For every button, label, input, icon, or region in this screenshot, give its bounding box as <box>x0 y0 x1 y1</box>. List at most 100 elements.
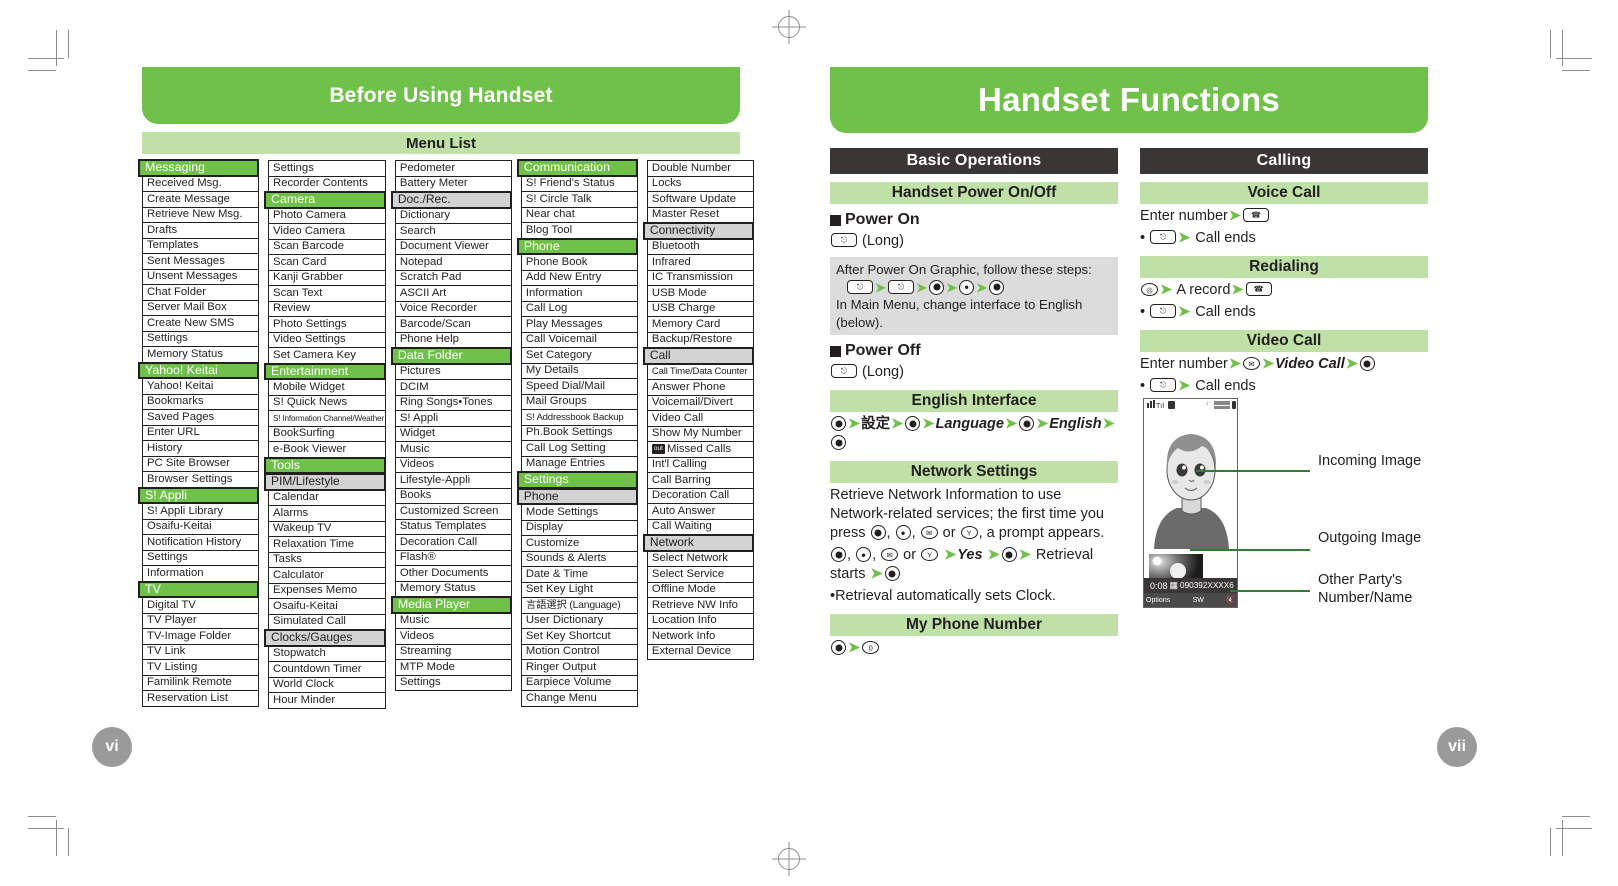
menu-item[interactable]: Flash® <box>394 549 512 566</box>
menu-item[interactable]: Scan Text <box>268 285 386 302</box>
menu-item[interactable]: Calendar <box>268 489 386 506</box>
menu-item[interactable]: External Device <box>646 643 755 660</box>
menu-item[interactable]: Call Time/Data Counter <box>646 363 755 380</box>
menu-item[interactable]: MTP Mode <box>394 659 512 676</box>
menu-item[interactable]: Osaifu-Keitai <box>142 518 260 535</box>
menu-item[interactable]: Scan Barcode <box>268 238 386 255</box>
menu-item[interactable]: Chat Folder <box>142 284 260 301</box>
menu-section-header[interactable]: Connectivity <box>642 222 755 240</box>
menu-item[interactable]: Locks <box>646 175 755 192</box>
menu-item[interactable]: BookSurfing <box>268 425 386 442</box>
menu-item[interactable]: Memory Status <box>394 580 512 597</box>
menu-item[interactable]: Notepad <box>394 254 512 271</box>
menu-item[interactable]: Dictionary <box>394 207 512 224</box>
menu-section-header[interactable]: TV <box>138 580 260 598</box>
menu-item[interactable]: S! Appli <box>394 410 512 427</box>
menu-item[interactable]: Show My Number <box>646 425 755 442</box>
menu-item[interactable]: Unsent Messages <box>142 268 260 285</box>
menu-item[interactable]: Earpiece Volume <box>520 674 638 691</box>
menu-item[interactable]: Settings <box>142 330 260 347</box>
menu-item[interactable]: Decoration Call <box>394 534 512 551</box>
menu-item[interactable]: Backup/Restore <box>646 331 755 348</box>
menu-item[interactable]: Add New Entry <box>520 269 638 286</box>
menu-section-header[interactable]: Messaging <box>138 159 260 177</box>
menu-item[interactable]: Memory Status <box>142 346 260 363</box>
menu-item[interactable]: Infrared <box>646 254 755 271</box>
menu-item[interactable]: Video Settings <box>268 331 386 348</box>
menu-section-header[interactable]: Phone <box>516 237 638 255</box>
menu-item[interactable]: Received Msg. <box>142 175 260 192</box>
menu-item[interactable]: Reservation List <box>142 690 260 707</box>
menu-item[interactable]: Bookmarks <box>142 393 260 410</box>
menu-item[interactable]: Widget <box>394 425 512 442</box>
menu-item[interactable]: Bluetooth <box>646 238 755 255</box>
menu-item[interactable]: Settings <box>394 674 512 691</box>
menu-item[interactable]: IC Transmission <box>646 269 755 286</box>
menu-item[interactable]: Drafts <box>142 222 260 239</box>
menu-item[interactable]: Customized Screen <box>394 503 512 520</box>
menu-item[interactable]: Date & Time <box>520 566 638 583</box>
menu-item[interactable]: Master Reset <box>646 206 755 223</box>
menu-item[interactable]: Location Info <box>646 612 755 629</box>
menu-item[interactable]: User Dictionary <box>520 612 638 629</box>
menu-item[interactable]: S! Quick News <box>268 394 386 411</box>
menu-item[interactable]: S! Appli Library <box>142 503 260 520</box>
menu-section-header[interactable]: Data Folder <box>390 347 512 365</box>
menu-item[interactable]: Customize <box>520 535 638 552</box>
menu-item[interactable]: Blog Tool <box>520 222 638 239</box>
menu-item[interactable]: Photo Camera <box>268 207 386 224</box>
menu-item[interactable]: Ph.Book Settings <box>520 424 638 441</box>
menu-item[interactable]: Pedometer <box>394 160 512 177</box>
menu-item[interactable]: S! Circle Talk <box>520 191 638 208</box>
menu-item[interactable]: Display <box>520 519 638 536</box>
menu-section-header[interactable]: Media Player <box>390 596 512 614</box>
menu-item[interactable]: Set Key Light <box>520 581 638 598</box>
menu-item[interactable]: Auto Answer <box>646 503 755 520</box>
menu-item[interactable]: Relaxation Time <box>268 536 386 553</box>
menu-section-header[interactable]: Yahoo! Keitai <box>138 361 260 379</box>
menu-item[interactable]: Ringer Output <box>520 659 638 676</box>
menu-item[interactable]: Mail Groups <box>520 393 638 410</box>
menu-item[interactable]: Select Service <box>646 566 755 583</box>
menu-item[interactable]: Phone Book <box>520 254 638 271</box>
menu-item[interactable]: Settings <box>268 160 386 177</box>
menu-item[interactable]: Scan Card <box>268 254 386 271</box>
menu-item[interactable]: World Clock <box>268 676 386 693</box>
menu-item[interactable]: Countdown Timer <box>268 661 386 678</box>
menu-item[interactable]: Create Message <box>142 191 260 208</box>
menu-item[interactable]: Hour Minder <box>268 692 386 709</box>
menu-item[interactable]: TV Listing <box>142 659 260 676</box>
menu-item[interactable]: Voice Recorder <box>394 300 512 317</box>
menu-item[interactable]: Digital TV <box>142 597 260 614</box>
menu-item[interactable]: Mode Settings <box>520 504 638 521</box>
menu-item[interactable]: Search <box>394 223 512 240</box>
menu-item[interactable]: Memory Card <box>646 316 755 333</box>
menu-item[interactable]: Yahoo! Keitai <box>142 378 260 395</box>
menu-item[interactable]: Set Key Shortcut <box>520 628 638 645</box>
menu-item[interactable]: History <box>142 440 260 457</box>
menu-item[interactable]: Decoration Call <box>646 487 755 504</box>
menu-item[interactable]: Manage Entries <box>520 455 638 472</box>
menu-section-header[interactable]: S! Appli <box>138 486 260 504</box>
menu-item[interactable]: Document Viewer <box>394 238 512 255</box>
menu-section-header[interactable]: Camera <box>264 191 386 209</box>
menu-item[interactable]: My Details <box>520 362 638 379</box>
menu-item[interactable]: Information <box>142 565 260 582</box>
menu-item[interactable]: Enter URL <box>142 424 260 441</box>
menu-item[interactable]: Battery Meter <box>394 175 512 192</box>
menu-item[interactable]: Select Network <box>646 550 755 567</box>
menu-item[interactable]: Call Waiting <box>646 518 755 535</box>
menu-item[interactable]: 言語選択 (Language) <box>520 597 638 614</box>
softkey-options[interactable]: Options <box>1146 597 1170 604</box>
menu-item[interactable]: Alarms <box>268 505 386 522</box>
menu-item[interactable]: Call Log Setting <box>520 440 638 457</box>
menu-item[interactable]: Browser Settings <box>142 471 260 488</box>
menu-item[interactable]: Near chat <box>520 206 638 223</box>
menu-item[interactable]: Offline Mode <box>646 581 755 598</box>
menu-item[interactable]: Tasks <box>268 551 386 568</box>
menu-item[interactable]: Retrieve New Msg. <box>142 206 260 223</box>
menu-section-header[interactable]: Call <box>642 347 755 365</box>
menu-item[interactable]: Set Camera Key <box>268 347 386 364</box>
menu-item[interactable]: Expenses Memo <box>268 582 386 599</box>
menu-item[interactable]: Information <box>520 285 638 302</box>
